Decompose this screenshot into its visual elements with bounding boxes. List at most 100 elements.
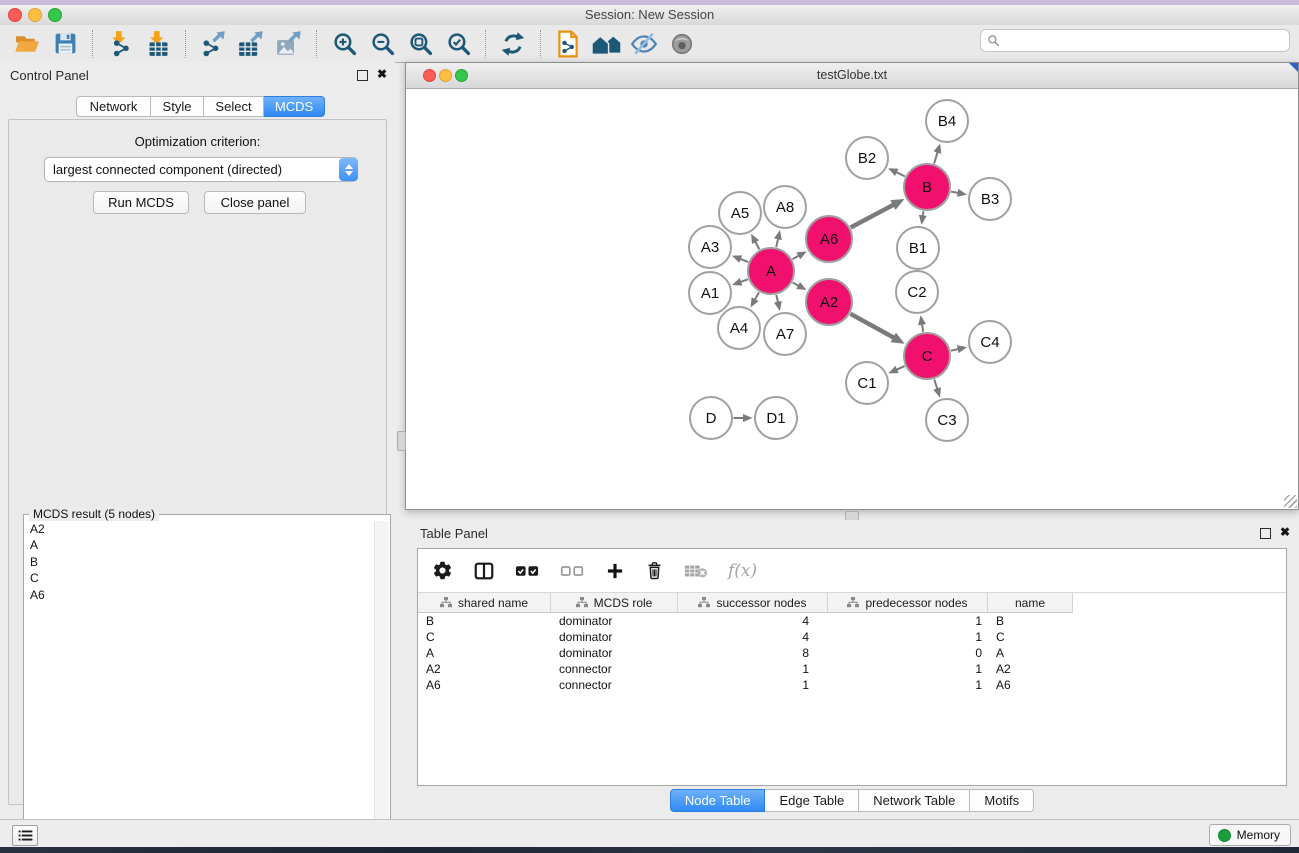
tab-style[interactable]: Style (151, 96, 204, 117)
network-from-document-button[interactable] (549, 29, 587, 59)
table-panel: Table Panel ✖ f(x) shared name MCDS roles… (405, 520, 1299, 815)
tab-node-table[interactable]: Node Table (670, 789, 766, 812)
task-history-button[interactable] (12, 825, 38, 846)
tab-motifs[interactable]: Motifs (970, 789, 1034, 812)
zoom-out-button[interactable] (363, 29, 401, 59)
function-builder-icon: f(x) (728, 561, 757, 581)
close-panel-icon[interactable]: ✖ (377, 67, 387, 81)
column-header-MCDS-role[interactable]: MCDS role (551, 593, 678, 613)
table-panel-header: Table Panel ✖ (405, 520, 1299, 546)
main-titlebar[interactable]: Session: New Session (0, 5, 1299, 26)
tab-select[interactable]: Select (204, 96, 264, 117)
mcds-result-item[interactable]: C (25, 570, 375, 586)
zoom-selected-button[interactable] (439, 29, 477, 59)
column-header-successor-nodes[interactable]: successor nodes (678, 593, 828, 613)
graph-node-label: A7 (776, 326, 794, 343)
open-file-button[interactable] (8, 29, 46, 59)
open-file-icon (14, 31, 41, 56)
export-table-button[interactable] (232, 29, 270, 59)
dropdown-stepper-icon (339, 158, 358, 181)
edge-arrow-icon (732, 278, 742, 286)
zoom-actual-size-button[interactable] (401, 29, 439, 59)
search-box[interactable] (980, 29, 1290, 52)
table-row[interactable]: A2connector11A2 (418, 661, 1286, 677)
graph-node-label: C1 (857, 375, 876, 392)
tab-network[interactable]: Network (76, 96, 151, 117)
tab-edge-table[interactable]: Edge Table (765, 789, 859, 812)
network-window-title: testGlobe.txt (406, 68, 1298, 82)
table-row[interactable]: Bdominator41B (418, 613, 1286, 629)
attribute-tree-icon (576, 597, 588, 608)
hide-details-icon (630, 31, 658, 57)
run-mcds-button[interactable]: Run MCDS (93, 191, 189, 214)
memory-button[interactable]: Memory (1209, 824, 1291, 846)
table-row[interactable]: A6connector11A6 (418, 677, 1286, 693)
vertical-splitter-handle[interactable] (397, 431, 406, 451)
show-details-button[interactable] (663, 29, 701, 59)
mcds-result-item[interactable]: A (25, 537, 375, 553)
zoom-in-button[interactable] (325, 29, 363, 59)
tab-network-table[interactable]: Network Table (859, 789, 970, 812)
add-column-icon (605, 561, 625, 581)
tab-mcds[interactable]: MCDS (264, 96, 325, 117)
table-cell: A (988, 646, 1073, 660)
graph-node-label: A6 (820, 231, 838, 248)
graph-node-label: B3 (981, 191, 999, 208)
optimization-criterion-select[interactable]: largest connected component (directed) (44, 157, 358, 182)
table-cell: connector (551, 662, 678, 676)
toggle-panel-button[interactable] (473, 560, 495, 582)
column-header-label: predecessor nodes (865, 596, 967, 610)
graph-node-label: B2 (858, 150, 876, 167)
hide-details-button[interactable] (625, 29, 663, 59)
float-table-panel-icon[interactable] (1260, 528, 1271, 539)
home-button[interactable] (587, 29, 625, 59)
mcds-result-item[interactable]: A2 (25, 521, 375, 537)
graph-node-label: C3 (937, 412, 956, 429)
save-session-button[interactable] (46, 29, 84, 59)
function-builder-button: f(x) (728, 561, 757, 581)
import-network-button[interactable] (101, 29, 139, 59)
network-graph[interactable]: B4B2BB3A5A8A6B1A3AA1A2C2A4A7C4CC1C3DD1 (406, 89, 1298, 509)
delete-columns-button[interactable] (645, 560, 664, 581)
edge-arrow-icon (933, 387, 941, 397)
table-cell: A6 (988, 678, 1073, 692)
network-canvas[interactable]: B4B2BB3A5A8A6B1A3AA1A2C2A4A7C4CC1C3DD1 (406, 89, 1298, 509)
add-column-button[interactable] (605, 561, 625, 581)
edge-arrow-icon (957, 345, 967, 353)
graph-node-label: D1 (766, 410, 785, 427)
network-window-titlebar[interactable]: testGlobe.txt (406, 63, 1298, 89)
control-panel: Control Panel ✖ NetworkStyleSelectMCDS O… (0, 62, 395, 819)
export-network-button[interactable] (194, 29, 232, 59)
mcds-result-item[interactable]: A6 (25, 587, 375, 603)
table-row[interactable]: Adominator80A (418, 645, 1286, 661)
resize-grip-icon[interactable] (1284, 495, 1297, 508)
column-settings-button[interactable] (432, 560, 453, 581)
result-scrollbar[interactable] (374, 521, 389, 853)
table-cell: A (418, 646, 551, 660)
column-header-shared-name[interactable]: shared name (418, 593, 551, 613)
graph-node-label: D (706, 410, 717, 427)
table-cell: 1 (828, 614, 988, 628)
refresh-view-button[interactable] (494, 29, 532, 59)
float-panel-icon[interactable] (357, 70, 368, 81)
table-row[interactable]: Cdominator41C (418, 629, 1286, 645)
export-image-button[interactable] (270, 29, 308, 59)
close-table-panel-icon[interactable]: ✖ (1280, 525, 1290, 539)
edge-A2-C[interactable] (850, 314, 896, 339)
table-cell: 1 (828, 630, 988, 644)
table-cell: 1 (828, 662, 988, 676)
column-header-name[interactable]: name (988, 593, 1073, 613)
import-table-button[interactable] (139, 29, 177, 59)
export-image-icon (276, 30, 303, 57)
search-input[interactable] (1004, 33, 1283, 49)
table-cell: B (418, 614, 551, 628)
column-header-predecessor-nodes[interactable]: predecessor nodes (828, 593, 988, 613)
edge-arrow-icon (919, 215, 927, 225)
save-session-icon (53, 31, 78, 56)
select-all-button[interactable] (515, 562, 540, 580)
close-panel-button[interactable]: Close panel (204, 191, 306, 214)
clear-selection-button[interactable] (560, 562, 585, 580)
mcds-result-item[interactable]: B (25, 554, 375, 570)
column-header-label: shared name (458, 596, 528, 610)
edge-A6-B[interactable] (851, 204, 896, 228)
